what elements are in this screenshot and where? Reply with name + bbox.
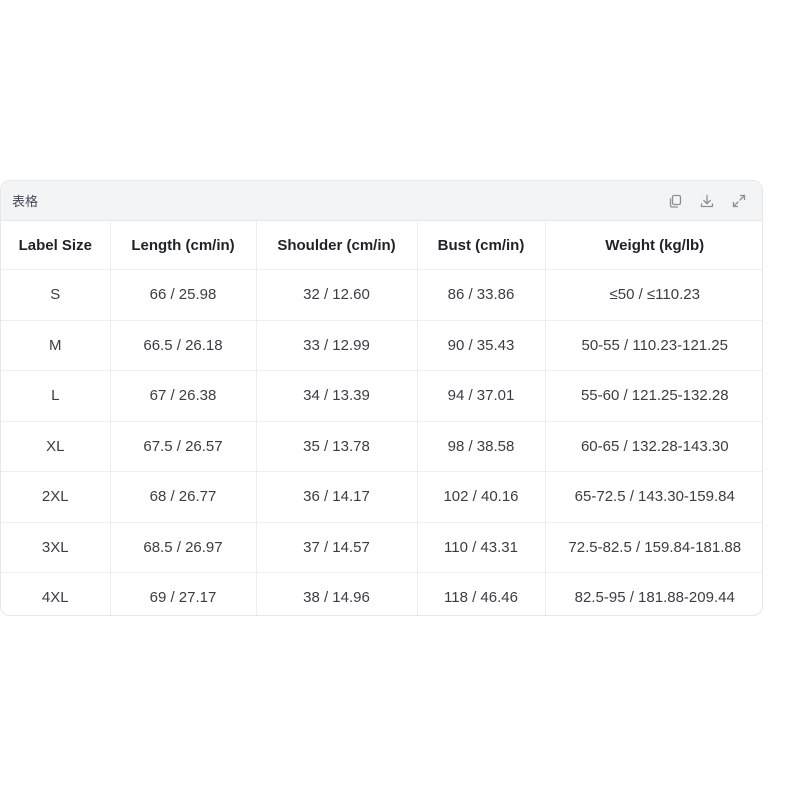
table-card: 表格 Label Size Length (cm/in) Shoulder (c… [0, 180, 763, 616]
cell-bust: 110 / 43.31 [417, 522, 546, 573]
cell-bust: 94 / 37.01 [417, 370, 546, 422]
cell-length: 67.5 / 26.57 [110, 421, 257, 472]
cell-weight: 72.5-82.5 / 159.84-181.88 [545, 522, 762, 573]
header-shoulder: Shoulder (cm/in) [256, 221, 418, 270]
cell-label-size: L [1, 370, 111, 422]
cell-bust: 86 / 33.86 [417, 269, 546, 321]
cell-weight: 50-55 / 110.23-121.25 [545, 320, 762, 371]
table-row: 3XL 68.5 / 26.97 37 / 14.57 110 / 43.31 … [1, 522, 762, 573]
cell-weight: 65-72.5 / 143.30-159.84 [545, 471, 762, 523]
cell-length: 67 / 26.38 [110, 370, 257, 422]
cell-label-size: 4XL [1, 572, 111, 615]
cell-bust: 90 / 35.43 [417, 320, 546, 371]
cell-weight: ≤50 / ≤110.23 [545, 269, 762, 321]
copy-icon[interactable] [666, 192, 684, 210]
expand-icon[interactable] [730, 192, 748, 210]
table-row: 2XL 68 / 26.77 36 / 14.17 102 / 40.16 65… [1, 471, 762, 523]
cell-weight: 82.5-95 / 181.88-209.44 [574, 589, 735, 607]
header-bust: Bust (cm/in) [417, 221, 546, 270]
cell-shoulder: 37 / 14.57 [256, 522, 418, 573]
cell-bust: 98 / 38.58 [417, 421, 546, 472]
cell-shoulder: 36 / 14.17 [256, 471, 418, 523]
header-weight: Weight (kg/lb) [545, 221, 762, 270]
cell-shoulder: 38 / 14.96 [256, 572, 418, 615]
size-table: Label Size Length (cm/in) Shoulder (cm/i… [1, 221, 762, 615]
cell-shoulder: 35 / 13.78 [256, 421, 418, 472]
cell-length: 68 / 26.77 [110, 471, 257, 523]
table-toolbar [666, 192, 748, 210]
cell-length: 68.5 / 26.97 [110, 522, 257, 573]
table-row: M 66.5 / 26.18 33 / 12.99 90 / 35.43 50-… [1, 320, 762, 371]
cell-length: 66.5 / 26.18 [110, 320, 257, 371]
cell-shoulder: 33 / 12.99 [256, 320, 418, 371]
cell-label-size: 2XL [1, 471, 111, 523]
cell-label-size: S [1, 269, 111, 321]
cell-label-size: 3XL [1, 522, 111, 573]
table-card-header: 表格 [1, 181, 762, 221]
cell-bust: 102 / 40.16 [417, 471, 546, 523]
cell-label-size: XL [1, 421, 111, 472]
cell-shoulder: 32 / 12.60 [256, 269, 418, 321]
cell-length: 69 / 27.17 [110, 572, 257, 615]
header-label-size: Label Size [1, 221, 111, 270]
table-row: XL 67.5 / 26.57 35 / 13.78 98 / 38.58 60… [1, 421, 762, 472]
table-row: S 66 / 25.98 32 / 12.60 86 / 33.86 ≤50 /… [1, 269, 762, 321]
cell-length: 66 / 25.98 [110, 269, 257, 321]
table-card-title: 表格 [12, 195, 39, 210]
table-row: L 67 / 26.38 34 / 13.39 94 / 37.01 55-60… [1, 370, 762, 422]
cell-label-size: M [1, 320, 111, 371]
header-length: Length (cm/in) [110, 221, 257, 270]
cell-shoulder: 34 / 13.39 [256, 370, 418, 422]
cell-weight: 55-60 / 121.25-132.28 [545, 370, 762, 422]
cell-bust: 118 / 46.46 [417, 572, 546, 615]
cell-weight: 60-65 / 132.28-143.30 [545, 421, 762, 472]
table-header-row: Label Size Length (cm/in) Shoulder (cm/i… [1, 221, 762, 270]
table-row: 4XL 69 / 27.17 38 / 14.96 118 / 46.46 82… [1, 572, 762, 615]
download-icon[interactable] [698, 192, 716, 210]
